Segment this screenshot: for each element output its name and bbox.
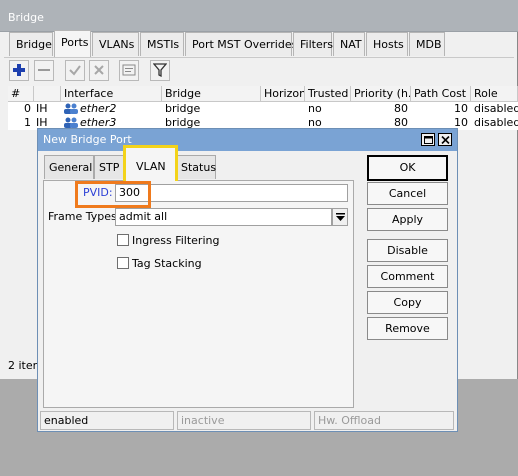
tab-hosts[interactable]: Hosts [366,32,408,56]
enable-icon [69,65,81,76]
row-0-flags: IH [36,102,48,115]
cancel-button[interactable]: Cancel [367,182,448,205]
column-header-flags[interactable] [34,86,61,102]
add-icon [13,64,25,76]
ok-button[interactable]: OK [367,155,448,181]
row-0-number: 0 [24,102,31,115]
maximize-icon [424,136,433,144]
row-0-role: disabled p [474,102,518,115]
tab-status[interactable]: Status [176,155,216,179]
row-0-trusted: no [308,102,322,115]
comment-icon [122,64,136,76]
remove-button[interactable]: Remove [367,317,448,340]
column-header-path-cost[interactable]: Path Cost [411,86,471,102]
row-0-priority: 80 [394,102,408,115]
tag-stacking-label: Tag Stacking [132,257,202,270]
ingress-filtering-checkbox[interactable] [117,234,129,246]
column-header-interface[interactable]: Interface [61,86,162,102]
tag-stacking-checkbox[interactable] [117,257,129,269]
column-header-trusted[interactable]: Trusted [305,86,351,102]
disable-icon [94,65,104,75]
dropdown-arrow-icon [336,213,345,221]
comment-button[interactable]: Comment [367,265,448,288]
close-button[interactable] [438,133,452,146]
status-hw-offload: Hw. Offload [314,411,454,430]
close-icon [441,136,450,144]
add-button[interactable] [9,60,29,81]
tab-mstis[interactable]: MSTIs [140,32,184,56]
tab-ports[interactable]: Ports [54,30,91,57]
tab-vlans[interactable]: VLANs [92,32,139,56]
status-enabled: enabled [40,411,174,430]
bridge-window-title: Bridge [8,11,44,24]
maximize-button[interactable] [421,133,435,146]
tab-general[interactable]: General [44,155,94,179]
column-header-bridge[interactable]: Bridge [162,86,261,102]
filter-icon [153,63,167,77]
tab-filters[interactable]: Filters [293,32,333,56]
status-running: inactive [177,411,311,430]
row-0-path-cost: 10 [454,102,468,115]
tab-nat[interactable]: NAT [333,32,365,56]
column-header-role[interactable]: Role [471,86,518,102]
column-header-horizon[interactable]: Horizon [261,86,305,102]
interface-icon [64,103,78,114]
frame-types-dropdown-button[interactable] [332,208,348,226]
tab-port-mst-overrides[interactable]: Port MST Overrides [185,32,297,56]
tab-mdb[interactable]: MDB [409,32,445,56]
column-header-priority[interactable]: Priority (h... [351,86,411,102]
filter-button[interactable] [150,60,170,81]
tab-stp[interactable]: STP [94,155,126,179]
ingress-filtering-label: Ingress Filtering [132,234,220,247]
dialog-titlebar[interactable]: New Bridge Port [38,129,457,151]
disable-button[interactable] [89,60,109,81]
tab-bridge[interactable]: Bridge [9,32,53,56]
row-1-role: disabled p [474,116,518,129]
row-0-bridge: bridge [165,102,201,115]
frame-types-label: Frame Types: [48,210,121,223]
apply-button[interactable]: Apply [367,208,448,231]
dialog-title: New Bridge Port [43,133,132,146]
row-0-horizon [264,102,304,116]
column-header-number[interactable]: # [8,86,34,102]
copy-button[interactable]: Copy [367,291,448,314]
interface-icon [64,117,78,128]
disable-button[interactable]: Disable [367,239,448,262]
pvid-highlight [75,181,151,208]
tab-vlan[interactable]: VLAN [123,145,178,181]
enable-button[interactable] [65,60,85,81]
row-0-interface[interactable]: ether2 [80,102,160,116]
remove-icon [38,69,50,71]
bridge-window-titlebar[interactable]: Bridge [0,0,518,32]
row-1-number: 1 [24,116,31,129]
frame-types-select[interactable]: admit all [115,208,332,226]
remove-button[interactable] [34,60,54,81]
comment-button[interactable] [119,60,139,81]
